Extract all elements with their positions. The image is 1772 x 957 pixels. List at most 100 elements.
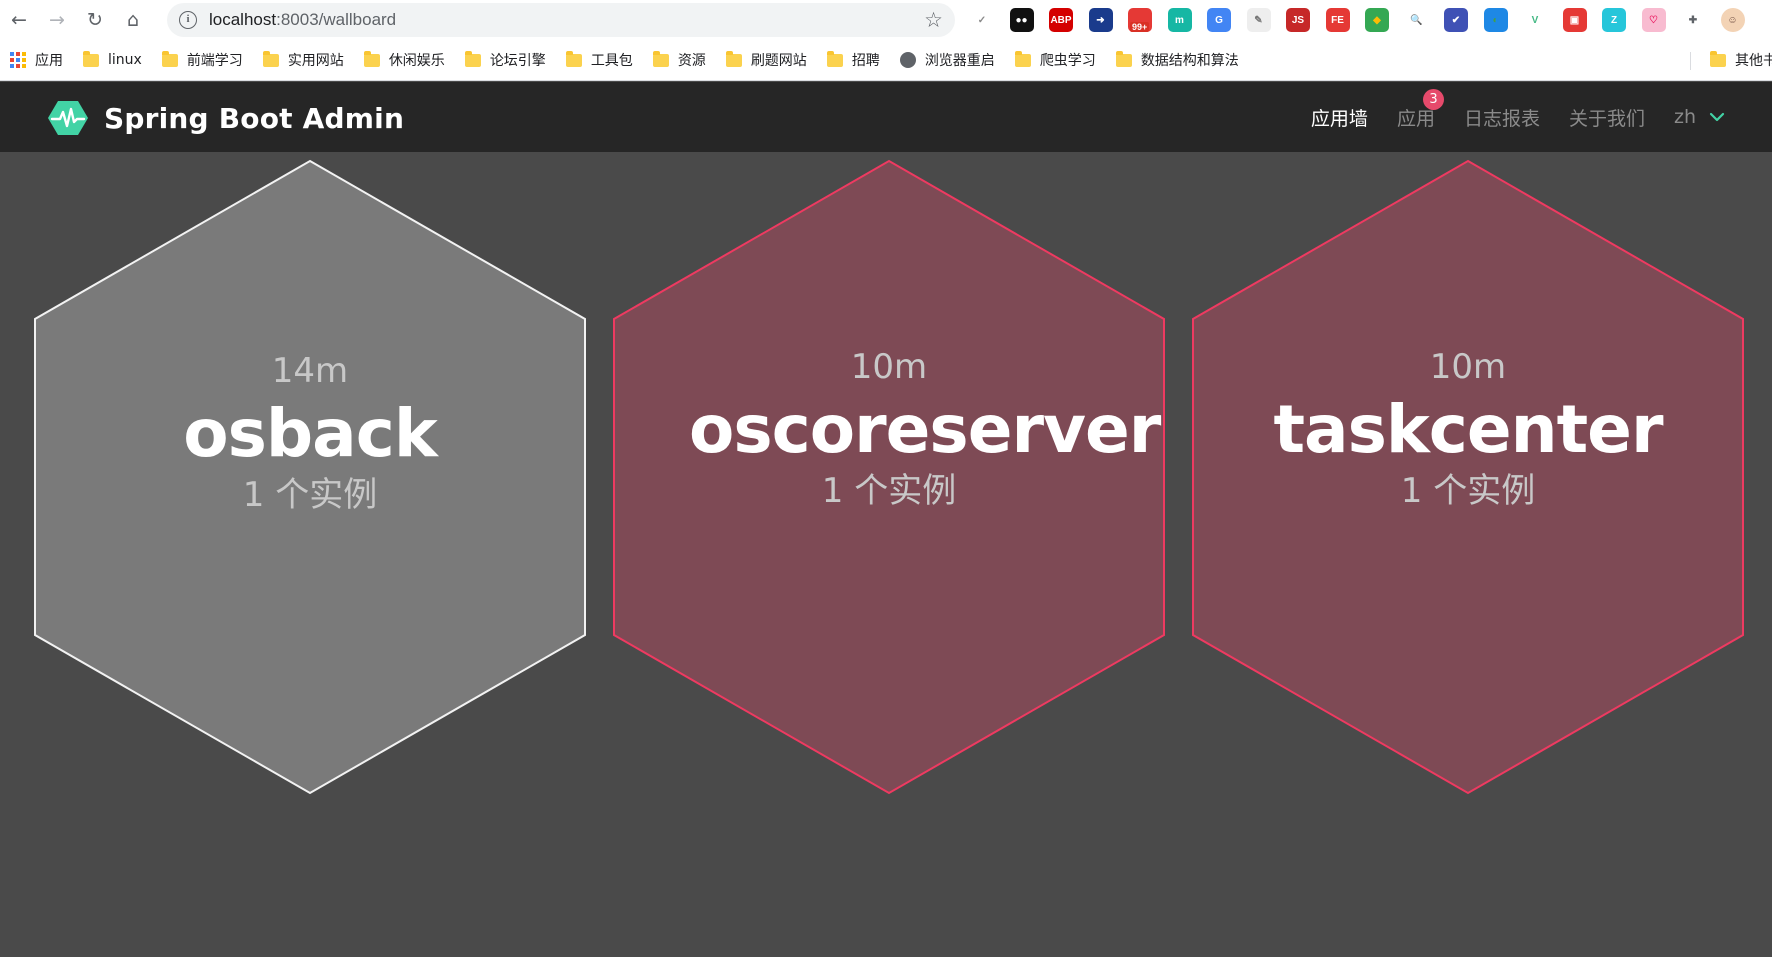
site-info-icon[interactable]: i bbox=[179, 11, 197, 29]
folder-icon bbox=[161, 50, 178, 67]
address-bar[interactable]: i localhost:8003/wallboard ☆ bbox=[167, 3, 955, 37]
check-ext-icon[interactable]: ✓ bbox=[970, 8, 994, 32]
bookmark-label: 爬虫学习 bbox=[1039, 53, 1096, 69]
url-path: :8003/wallboard bbox=[276, 10, 397, 29]
nav-applications-label: 应用 bbox=[1396, 107, 1435, 130]
extension-glyph: V bbox=[1531, 14, 1539, 26]
bookmark-folder[interactable]: 资源 bbox=[652, 50, 706, 70]
folder-icon bbox=[1014, 50, 1031, 67]
back-arrow-icon[interactable]: ← bbox=[0, 0, 38, 40]
app-uptime: 10m bbox=[850, 347, 928, 387]
bookmark-folder[interactable]: 刷题网站 bbox=[725, 50, 807, 70]
nav-applications[interactable]: 应用 3 bbox=[1396, 88, 1444, 131]
puzzle-ext-icon[interactable]: ✚ bbox=[1681, 8, 1705, 32]
tampermonkey-ext-icon[interactable]: ●● bbox=[1009, 8, 1034, 32]
extension-glyph: ✎ bbox=[1254, 14, 1263, 26]
app-tile-label[interactable]: 10m oscoreserver 1 个实例 bbox=[689, 347, 1161, 512]
forward-arrow-icon[interactable]: → bbox=[38, 0, 76, 40]
bookmark-label: 工具包 bbox=[590, 53, 633, 69]
bookmark-star-icon[interactable]: ☆ bbox=[924, 8, 943, 32]
extension-glyph: ▣ bbox=[1569, 14, 1580, 26]
bookmark-folder[interactable]: linux bbox=[83, 50, 142, 68]
extension-glyph: ✓ bbox=[977, 14, 987, 26]
bookmark-folder[interactable]: 工具包 bbox=[565, 50, 633, 70]
m-ext-icon[interactable]: m bbox=[1167, 8, 1192, 32]
bookmark-label: 其他书 bbox=[1735, 53, 1772, 69]
bookmark-folder[interactable]: 休闲娱乐 bbox=[363, 50, 445, 70]
extension-glyph: ☺ bbox=[1727, 14, 1738, 26]
bookmark-folder[interactable]: 实用网站 bbox=[262, 50, 344, 70]
extension-glyph: ABP bbox=[1050, 14, 1072, 26]
adblock-ext-icon[interactable]: ABP bbox=[1049, 8, 1073, 32]
profile-avatar-icon[interactable]: ☺ bbox=[1720, 8, 1745, 32]
folder-icon bbox=[826, 50, 843, 67]
bookmark-label: 前端学习 bbox=[186, 53, 243, 69]
main-nav: 应用墙 应用 3 日志报表 关于我们 zh bbox=[1311, 82, 1772, 152]
app-uptime: 14m bbox=[271, 351, 349, 391]
applications-count-badge: 3 bbox=[1422, 88, 1444, 110]
share-ext-icon[interactable]: ➜ bbox=[1088, 8, 1113, 32]
chrome-ext-icon[interactable]: ◆ bbox=[1365, 8, 1389, 32]
bookmark-folder[interactable]: 论坛引擎 bbox=[464, 50, 546, 70]
fe-ext-icon[interactable]: FE bbox=[1325, 8, 1350, 32]
brand[interactable]: Spring Boot Admin bbox=[48, 98, 404, 138]
bookmark-other-folder[interactable]: 其他书 bbox=[1710, 50, 1772, 70]
nav-about[interactable]: 关于我们 bbox=[1569, 104, 1645, 131]
app-name: oscoreserver bbox=[689, 391, 1161, 468]
bookmark-label: 应用 bbox=[35, 53, 63, 69]
search-ext-icon[interactable]: 🔍 bbox=[1404, 8, 1429, 32]
notify-ext-icon[interactable]: 99+ bbox=[1128, 8, 1152, 32]
extension-glyph: ✔ bbox=[1451, 14, 1461, 26]
nav-wallboard[interactable]: 应用墙 bbox=[1311, 104, 1368, 131]
bookmark-apps[interactable]: 应用 bbox=[10, 50, 63, 70]
extension-glyph: ●● bbox=[1015, 14, 1028, 26]
extension-glyph: ✚ bbox=[1688, 14, 1698, 26]
cube-ext-icon[interactable]: ▣ bbox=[1562, 8, 1587, 32]
pig-ext-icon[interactable]: ♡ bbox=[1641, 8, 1666, 32]
verified-ext-icon[interactable]: ✔ bbox=[1444, 8, 1468, 32]
js-ext-icon[interactable]: JS bbox=[1286, 8, 1310, 32]
folder-icon bbox=[464, 50, 481, 67]
app-tile-label[interactable]: 14m osback 1 个实例 bbox=[110, 351, 510, 516]
extension-glyph: ◆ bbox=[1373, 14, 1381, 26]
url-text[interactable]: localhost:8003/wallboard bbox=[209, 10, 396, 30]
hexagon-grid bbox=[34, 159, 1744, 795]
brand-name: Spring Boot Admin bbox=[104, 101, 405, 135]
bookmark-item[interactable]: 浏览器重启 bbox=[899, 50, 995, 70]
vue-ext-icon[interactable]: V bbox=[1523, 8, 1547, 32]
extensions-bar: ✓ ●● ABP ➜ 99+ m G ✎ JS FE ◆ 🔍 ✔ ◐ V ▣ Z ♡ ✚ ☺ bbox=[970, 0, 1760, 40]
app-name: osback bbox=[183, 395, 437, 472]
zh-ext-icon[interactable]: Z bbox=[1602, 8, 1626, 32]
bookmark-folder[interactable]: 前端学习 bbox=[161, 50, 243, 70]
chevron-down-icon bbox=[1709, 112, 1725, 122]
bookmark-label: 资源 bbox=[677, 53, 706, 69]
translate-ext-icon[interactable]: G bbox=[1207, 8, 1231, 32]
app-instance-count: 1 个实例 bbox=[1400, 471, 1536, 511]
folder-icon bbox=[652, 50, 669, 67]
extension-badge: 99+ bbox=[1130, 22, 1150, 32]
app-header: Spring Boot Admin 应用墙 应用 3 日志报表 关于我们 zh bbox=[0, 82, 1772, 152]
folder-icon bbox=[1710, 50, 1726, 67]
app-uptime: 10m bbox=[1429, 347, 1507, 387]
reload-icon[interactable]: ↻ bbox=[76, 0, 114, 40]
app-instance-count: 1 个实例 bbox=[242, 475, 378, 515]
wallboard: 14m osback 1 个实例 10m oscoreserver 1 个实例 10m tas… bbox=[0, 152, 1772, 957]
home-icon[interactable]: ⌂ bbox=[114, 0, 152, 40]
bookmark-label: 刷题网站 bbox=[750, 53, 807, 69]
extension-glyph: ◐ bbox=[1492, 14, 1499, 26]
extension-glyph: Z bbox=[1610, 14, 1618, 26]
apps-grid-icon bbox=[10, 52, 26, 68]
globe-icon bbox=[899, 52, 916, 68]
globe-ext-icon[interactable]: ◐ bbox=[1483, 8, 1508, 32]
folder-icon bbox=[725, 50, 742, 67]
bookmark-folder[interactable]: 招聘 bbox=[826, 50, 880, 70]
pencil-ext-icon[interactable]: ✎ bbox=[1246, 8, 1271, 32]
app-tile-label[interactable]: 10m taskcenter 1 个实例 bbox=[1268, 347, 1668, 512]
language-selector[interactable]: zh bbox=[1674, 106, 1726, 128]
folder-icon bbox=[565, 50, 582, 67]
bookmark-folder[interactable]: 爬虫学习 bbox=[1014, 50, 1096, 70]
bookmark-label: 休闲娱乐 bbox=[388, 53, 445, 69]
bookmark-folder[interactable]: 数据结构和算法 bbox=[1115, 50, 1239, 70]
language-label: zh bbox=[1673, 106, 1696, 128]
nav-journal[interactable]: 日志报表 bbox=[1464, 104, 1540, 131]
